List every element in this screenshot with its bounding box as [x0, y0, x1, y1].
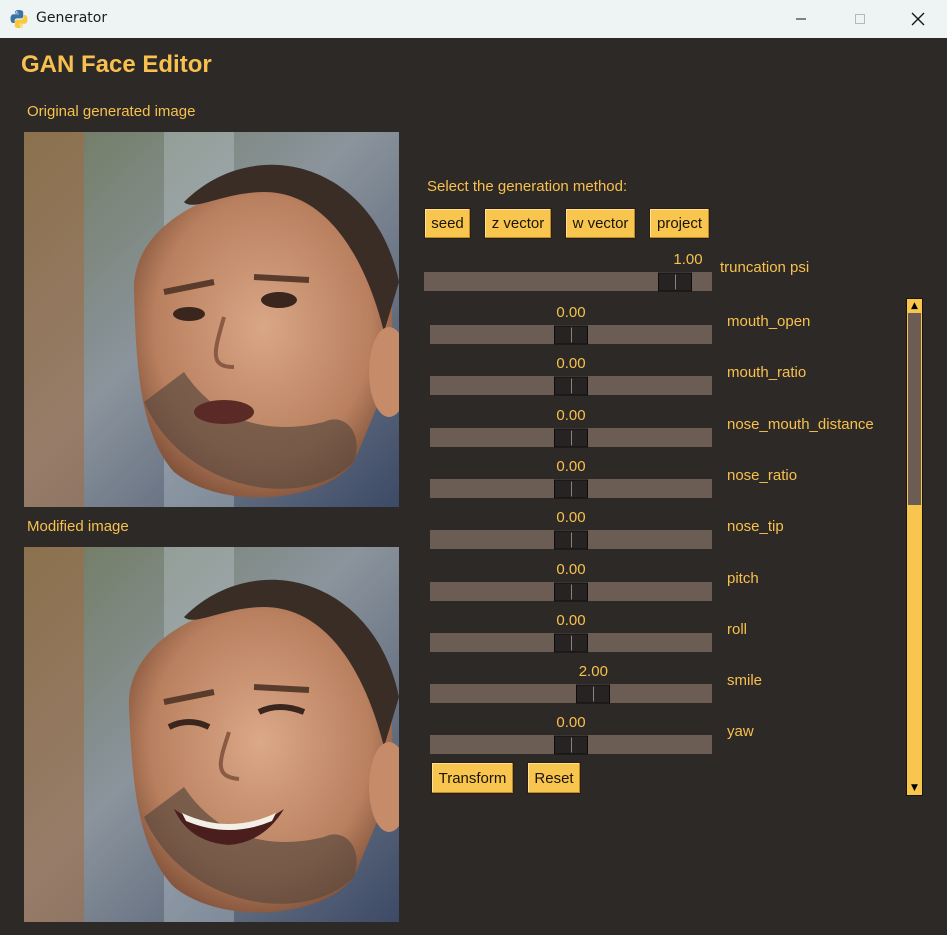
project-button[interactable]: project	[649, 208, 710, 239]
pitch-slider[interactable]	[430, 582, 712, 601]
close-icon	[911, 12, 925, 26]
truncation-psi-value: 1.00	[673, 251, 703, 268]
minimize-icon	[796, 18, 806, 20]
slider-value: 2.00	[578, 663, 608, 680]
slider-thumb[interactable]	[554, 530, 588, 549]
slider-value: 0.00	[556, 612, 586, 629]
slider-label: nose_mouth_distance	[727, 416, 874, 433]
slider-label: smile	[727, 672, 763, 689]
window-titlebar: Generator	[0, 0, 947, 38]
reset-button[interactable]: Reset	[527, 762, 581, 794]
sliders-scrollbar[interactable]: ▲ ▼	[906, 298, 923, 796]
smile-slider[interactable]	[430, 684, 712, 703]
slider-label: pitch	[727, 570, 759, 587]
maximize-button[interactable]	[831, 0, 889, 38]
truncation-psi-slider[interactable]	[424, 272, 712, 291]
transform-button[interactable]: Transform	[431, 762, 514, 794]
python-icon	[10, 10, 28, 28]
slider-thumb[interactable]	[554, 428, 588, 447]
nose-ratio-slider[interactable]	[430, 479, 712, 498]
modified-image-label: Modified image	[27, 518, 129, 535]
slider-thumb[interactable]	[657, 272, 692, 291]
triangle-up-icon: ▲	[911, 301, 918, 311]
yaw-slider[interactable]	[430, 735, 712, 754]
slider-label: mouth_open	[727, 313, 811, 330]
slider-value: 0.00	[556, 714, 586, 731]
nose-mouth-distance-slider[interactable]	[430, 428, 712, 447]
slider-thumb[interactable]	[576, 684, 611, 703]
maximize-icon	[855, 14, 865, 24]
original-face-image	[24, 132, 399, 507]
roll-slider[interactable]	[430, 633, 712, 652]
truncation-psi-label: truncation psi	[720, 259, 810, 276]
slider-label: nose_tip	[727, 518, 784, 535]
slider-label: yaw	[727, 723, 754, 740]
slider-value: 0.00	[556, 304, 586, 321]
scroll-down-arrow[interactable]: ▼	[908, 782, 921, 794]
slider-label: roll	[727, 621, 748, 638]
mouth-open-slider[interactable]	[430, 325, 712, 344]
original-image-label: Original generated image	[27, 103, 196, 120]
generation-method-prompt: Select the generation method:	[427, 178, 628, 195]
triangle-down-icon: ▼	[911, 783, 918, 793]
slider-thumb[interactable]	[554, 582, 588, 601]
app-title: GAN Face Editor	[21, 51, 212, 78]
slider-thumb[interactable]	[554, 479, 588, 498]
scroll-up-arrow[interactable]: ▲	[908, 300, 921, 312]
slider-value: 0.00	[556, 355, 586, 372]
window-title: Generator	[36, 10, 108, 26]
close-button[interactable]	[889, 0, 947, 38]
slider-value: 0.00	[556, 561, 586, 578]
slider-thumb[interactable]	[554, 735, 588, 754]
slider-value: 0.00	[556, 509, 586, 526]
slider-label: mouth_ratio	[727, 364, 807, 381]
nose-tip-slider[interactable]	[430, 530, 712, 549]
slider-label: nose_ratio	[727, 467, 798, 484]
slider-thumb[interactable]	[554, 376, 588, 395]
slider-thumb[interactable]	[554, 325, 588, 344]
mouth-ratio-slider[interactable]	[430, 376, 712, 395]
z-vector-button[interactable]: z vector	[484, 208, 552, 239]
slider-value: 0.00	[556, 458, 586, 475]
minimize-button[interactable]	[772, 0, 830, 38]
modified-face-image	[24, 547, 399, 922]
slider-value: 0.00	[556, 407, 586, 424]
w-vector-button[interactable]: w vector	[565, 208, 636, 239]
scrollbar-track[interactable]	[908, 313, 921, 505]
seed-button[interactable]: seed	[424, 208, 471, 239]
slider-thumb[interactable]	[554, 633, 588, 652]
